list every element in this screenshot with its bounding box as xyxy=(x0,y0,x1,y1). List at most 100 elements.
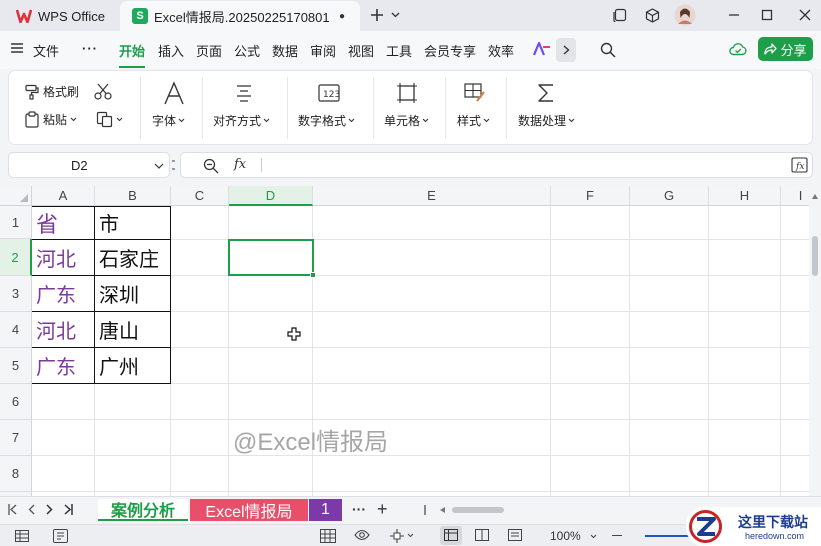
horizontal-scroll-thumb[interactable] xyxy=(452,507,504,513)
menu-scroll-right-button[interactable] xyxy=(556,38,576,62)
table-view-icon[interactable] xyxy=(320,529,336,543)
fx-icon[interactable]: fx xyxy=(234,157,246,172)
tab-split-handle[interactable] xyxy=(424,505,426,515)
column-header-a[interactable]: A xyxy=(32,186,95,206)
paste-button[interactable]: 粘贴 xyxy=(24,111,77,128)
maximize-button[interactable] xyxy=(756,4,778,26)
window-layout-button[interactable] xyxy=(609,4,631,26)
name-box[interactable]: D2 xyxy=(8,152,170,178)
last-sheet-icon[interactable] xyxy=(64,504,73,515)
row-header-8[interactable]: 8 xyxy=(0,456,32,492)
page-break-icon[interactable] xyxy=(508,529,522,541)
next-sheet-icon[interactable] xyxy=(46,504,53,515)
new-tab-button[interactable] xyxy=(366,4,388,26)
menu-item-data[interactable]: 数据 xyxy=(272,41,298,60)
cell-b5[interactable]: 广州 xyxy=(95,348,170,383)
column-header-f[interactable]: F xyxy=(551,186,630,206)
menu-item-home[interactable]: 开始 xyxy=(119,41,146,68)
vertical-scroll-thumb[interactable] xyxy=(812,236,818,276)
add-sheet-button[interactable]: + xyxy=(377,499,388,520)
column-header-h[interactable]: H xyxy=(709,186,781,206)
expand-formula-icon[interactable]: fx xyxy=(791,157,808,173)
vertical-scrollbar[interactable] xyxy=(809,186,821,496)
unsaved-dot-icon[interactable]: ● xyxy=(339,11,345,22)
sheet-tab-excel-intel[interactable]: Excel情报局 xyxy=(190,499,308,521)
ai-button[interactable] xyxy=(533,42,551,56)
row-header-4[interactable]: 4 xyxy=(0,312,32,348)
more-sheets-button[interactable]: ··· xyxy=(352,501,366,517)
home-tab[interactable]: WPS Office xyxy=(6,3,116,29)
fill-handle[interactable] xyxy=(310,272,316,278)
cloud-sync-button[interactable] xyxy=(729,41,747,56)
row-header-3[interactable]: 3 xyxy=(0,276,32,312)
menu-file[interactable]: 文件 xyxy=(33,41,59,60)
share-button[interactable]: 分享 xyxy=(758,37,813,61)
document-tab[interactable]: S Excel情报局.20250225170801 ● xyxy=(120,1,360,31)
scroll-left-icon[interactable] xyxy=(440,507,445,513)
column-header-i[interactable]: I xyxy=(781,186,809,206)
column-header-b[interactable]: B xyxy=(95,186,171,206)
chevron-down-icon[interactable] xyxy=(590,534,597,539)
formula-bar-resize-handle[interactable] xyxy=(172,160,175,170)
menu-item-insert[interactable]: 插入 xyxy=(158,41,184,60)
normal-view-button[interactable] xyxy=(440,526,462,545)
alignment-button[interactable]: 对齐方式 xyxy=(213,79,283,137)
user-avatar[interactable] xyxy=(673,4,697,26)
selected-cell-d2[interactable] xyxy=(228,239,316,278)
cell-a5[interactable]: 广东 xyxy=(32,348,94,383)
zoom-search-icon[interactable] xyxy=(203,158,219,174)
copy-button[interactable] xyxy=(96,111,123,128)
menu-item-view[interactable]: 视图 xyxy=(348,41,374,60)
font-button[interactable]: 字体 xyxy=(152,79,204,137)
scroll-up-icon[interactable] xyxy=(812,194,818,199)
cell-button[interactable]: 单元格 xyxy=(384,79,439,137)
spreadsheet-grid[interactable]: A B C D E F G H I 1 2 3 4 5 6 7 8 省 市 河北… xyxy=(0,186,809,496)
formula-bar[interactable]: fx fx xyxy=(180,152,813,178)
zoom-level[interactable]: 100% xyxy=(550,529,581,543)
format-painter-button[interactable]: 格式刷 xyxy=(24,83,79,100)
minimize-button[interactable] xyxy=(723,4,745,26)
eye-protection-icon[interactable] xyxy=(354,529,370,541)
row-header-6[interactable]: 6 xyxy=(0,384,32,420)
menu-item-member[interactable]: 会员专享 xyxy=(424,41,476,60)
select-all-corner[interactable] xyxy=(0,186,32,206)
chevron-down-icon[interactable] xyxy=(407,533,414,538)
row-header-7[interactable]: 7 xyxy=(0,420,32,456)
column-header-e[interactable]: E xyxy=(313,186,551,206)
cell-a3[interactable]: 广东 xyxy=(32,276,94,311)
hamburger-menu-button[interactable] xyxy=(10,42,24,54)
first-sheet-icon[interactable] xyxy=(8,504,17,515)
menu-item-review[interactable]: 审阅 xyxy=(310,41,336,60)
style-button[interactable]: 样式 xyxy=(457,79,502,137)
cell-a4[interactable]: 河北 xyxy=(32,312,94,347)
previous-sheet-icon[interactable] xyxy=(28,504,35,515)
menu-item-page[interactable]: 页面 xyxy=(196,41,222,60)
cell-a1[interactable]: 省 xyxy=(32,206,94,239)
search-button[interactable] xyxy=(600,42,616,58)
page-layout-icon[interactable] xyxy=(475,529,489,541)
row-header-1[interactable]: 1 xyxy=(0,206,32,239)
row-header-2[interactable]: 2 xyxy=(0,239,32,276)
number-format-button[interactable]: 123 数字格式 xyxy=(298,79,370,137)
menu-item-formula[interactable]: 公式 xyxy=(234,41,260,60)
close-button[interactable] xyxy=(794,4,816,26)
cut-button[interactable] xyxy=(94,83,112,100)
navigation-cross-icon[interactable] xyxy=(389,528,405,544)
cell-b4[interactable]: 唐山 xyxy=(95,312,170,347)
sheet-list-icon[interactable] xyxy=(15,530,29,542)
sheet-tab-1[interactable]: 1 xyxy=(309,499,342,521)
column-header-g[interactable]: G xyxy=(630,186,709,206)
macro-icon[interactable] xyxy=(53,529,68,543)
box-button[interactable] xyxy=(641,4,663,26)
menu-more-button[interactable]: ··· xyxy=(82,41,98,56)
cell-b2[interactable]: 石家庄 xyxy=(95,240,170,275)
cell-b1[interactable]: 市 xyxy=(95,206,170,239)
menu-item-tools[interactable]: 工具 xyxy=(386,41,412,60)
data-processing-button[interactable]: 数据处理 xyxy=(518,79,588,137)
chevron-down-icon[interactable] xyxy=(154,163,164,169)
column-header-d[interactable]: D xyxy=(229,186,313,206)
row-header-5[interactable]: 5 xyxy=(0,348,32,384)
zoom-out-button[interactable] xyxy=(612,535,622,536)
tab-list-button[interactable] xyxy=(388,4,402,26)
cell-b3[interactable]: 深圳 xyxy=(95,276,170,311)
